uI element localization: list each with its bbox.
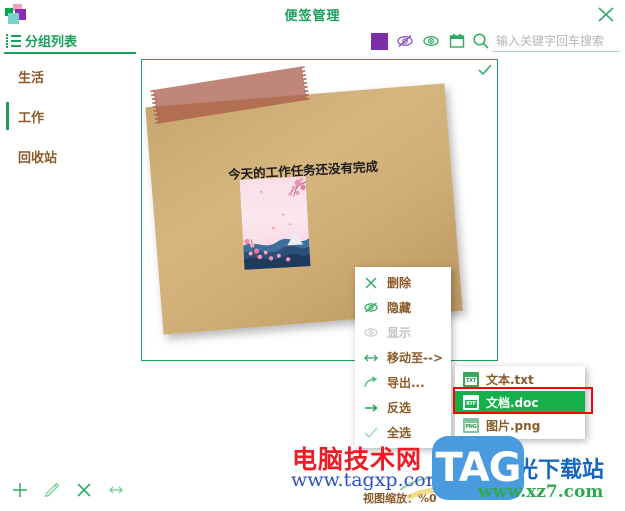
context-menu-item-export[interactable]: 导出... bbox=[355, 370, 451, 395]
context-menu-item-delete[interactable]: 删除 bbox=[355, 270, 451, 295]
close-x-icon bbox=[361, 274, 381, 292]
share-arrow-icon bbox=[361, 374, 381, 392]
zoom-status-label: 视图缩放：%0 bbox=[363, 492, 437, 505]
search-box[interactable] bbox=[472, 30, 624, 52]
window-title: 便签管理 bbox=[284, 9, 341, 24]
group-list-label: 分组列表 bbox=[25, 35, 78, 50]
png-file-icon: PNG bbox=[463, 418, 479, 433]
left-right-arrow-icon bbox=[109, 486, 123, 494]
bottom-icon-group bbox=[10, 480, 126, 500]
save-button[interactable] bbox=[444, 29, 470, 53]
group-list-underline bbox=[4, 52, 136, 54]
eye-icon bbox=[423, 36, 439, 46]
sidebar-item-recycle-bin[interactable]: 回收站 bbox=[0, 136, 138, 176]
eye-slash-icon bbox=[361, 299, 381, 317]
context-menu-item-label: 隐藏 bbox=[387, 301, 412, 315]
png-badge-label: PNG bbox=[465, 423, 477, 431]
move-note-button[interactable] bbox=[106, 480, 126, 500]
sidebar-item-work[interactable]: 工作 bbox=[0, 96, 138, 136]
submenu-item-label: 图片.png bbox=[486, 419, 541, 433]
txt-file-icon: TXT bbox=[463, 372, 479, 387]
context-menu-item-label: 移动至--> bbox=[387, 351, 444, 365]
calendar-save-icon bbox=[449, 34, 465, 48]
list-icon bbox=[6, 33, 21, 48]
rtf-badge-label: RTF bbox=[465, 400, 477, 408]
edit-note-button[interactable] bbox=[42, 480, 62, 500]
submenu-item-label: 文本.txt bbox=[486, 373, 534, 387]
context-menu-item-label: 全选 bbox=[387, 426, 412, 440]
pencil-icon bbox=[44, 482, 60, 498]
context-menu-item-label: 删除 bbox=[387, 276, 412, 290]
export-format-submenu[interactable]: TXT 文本.txt RTF 文档.doc PNG 图片.png bbox=[455, 366, 585, 439]
right-arrow-icon bbox=[361, 399, 381, 417]
bottom-toolbar bbox=[0, 478, 625, 511]
color-swatch-button[interactable] bbox=[366, 29, 392, 53]
rtf-file-icon: RTF bbox=[463, 395, 479, 410]
eye-slash-icon bbox=[397, 34, 413, 48]
sidebar-item-label: 工作 bbox=[18, 110, 45, 126]
check-icon bbox=[361, 424, 381, 442]
submenu-item-png[interactable]: PNG 图片.png bbox=[455, 414, 585, 437]
submenu-item-doc[interactable]: RTF 文档.doc bbox=[455, 391, 585, 414]
txt-badge-label: TXT bbox=[465, 377, 477, 385]
toolbar: 分组列表 bbox=[0, 28, 625, 54]
context-menu-item-hide[interactable]: 隐藏 bbox=[355, 295, 451, 320]
context-menu-item-label: 导出... bbox=[387, 376, 425, 390]
context-menu-item-invert-selection[interactable]: 反选 bbox=[355, 395, 451, 420]
context-menu-item-label: 显示 bbox=[387, 326, 412, 340]
plus-icon bbox=[13, 483, 27, 497]
context-menu-item-show: 显示 bbox=[355, 320, 451, 345]
title-bar: 便签管理 bbox=[0, 0, 625, 28]
delete-note-button[interactable] bbox=[74, 480, 94, 500]
context-menu-item-label: 反选 bbox=[387, 401, 412, 415]
sidebar-item-life[interactable]: 生活 bbox=[0, 56, 138, 96]
sidebar-item-label: 生活 bbox=[18, 70, 45, 86]
show-notes-button[interactable] bbox=[418, 29, 444, 53]
selection-bar bbox=[6, 102, 9, 130]
sidebar: 生活 工作 回收站 bbox=[0, 56, 138, 466]
cherry-blossom-image bbox=[239, 176, 311, 270]
search-icon[interactable] bbox=[472, 32, 490, 50]
search-underline bbox=[492, 51, 620, 52]
close-icon[interactable] bbox=[595, 4, 617, 24]
context-menu[interactable]: 删除 隐藏 显示 移动至--> 导出... 反选 全选 bbox=[355, 267, 451, 448]
hide-notes-button[interactable] bbox=[392, 29, 418, 53]
eye-icon bbox=[361, 324, 381, 342]
color-square-icon bbox=[370, 32, 388, 50]
submenu-item-label: 文档.doc bbox=[486, 396, 539, 410]
search-input[interactable] bbox=[494, 30, 624, 51]
close-x-icon bbox=[77, 483, 91, 497]
sidebar-item-label: 回收站 bbox=[18, 150, 58, 166]
left-right-arrow-icon bbox=[361, 349, 381, 367]
checkmark-icon[interactable] bbox=[477, 62, 493, 76]
group-list-header[interactable]: 分组列表 bbox=[6, 31, 77, 50]
submenu-item-txt[interactable]: TXT 文本.txt bbox=[455, 368, 585, 391]
add-note-button[interactable] bbox=[10, 480, 30, 500]
context-menu-item-select-all[interactable]: 全选 bbox=[355, 420, 451, 445]
context-menu-item-move-to[interactable]: 移动至--> bbox=[355, 345, 451, 370]
toolbar-icon-group bbox=[366, 28, 470, 54]
